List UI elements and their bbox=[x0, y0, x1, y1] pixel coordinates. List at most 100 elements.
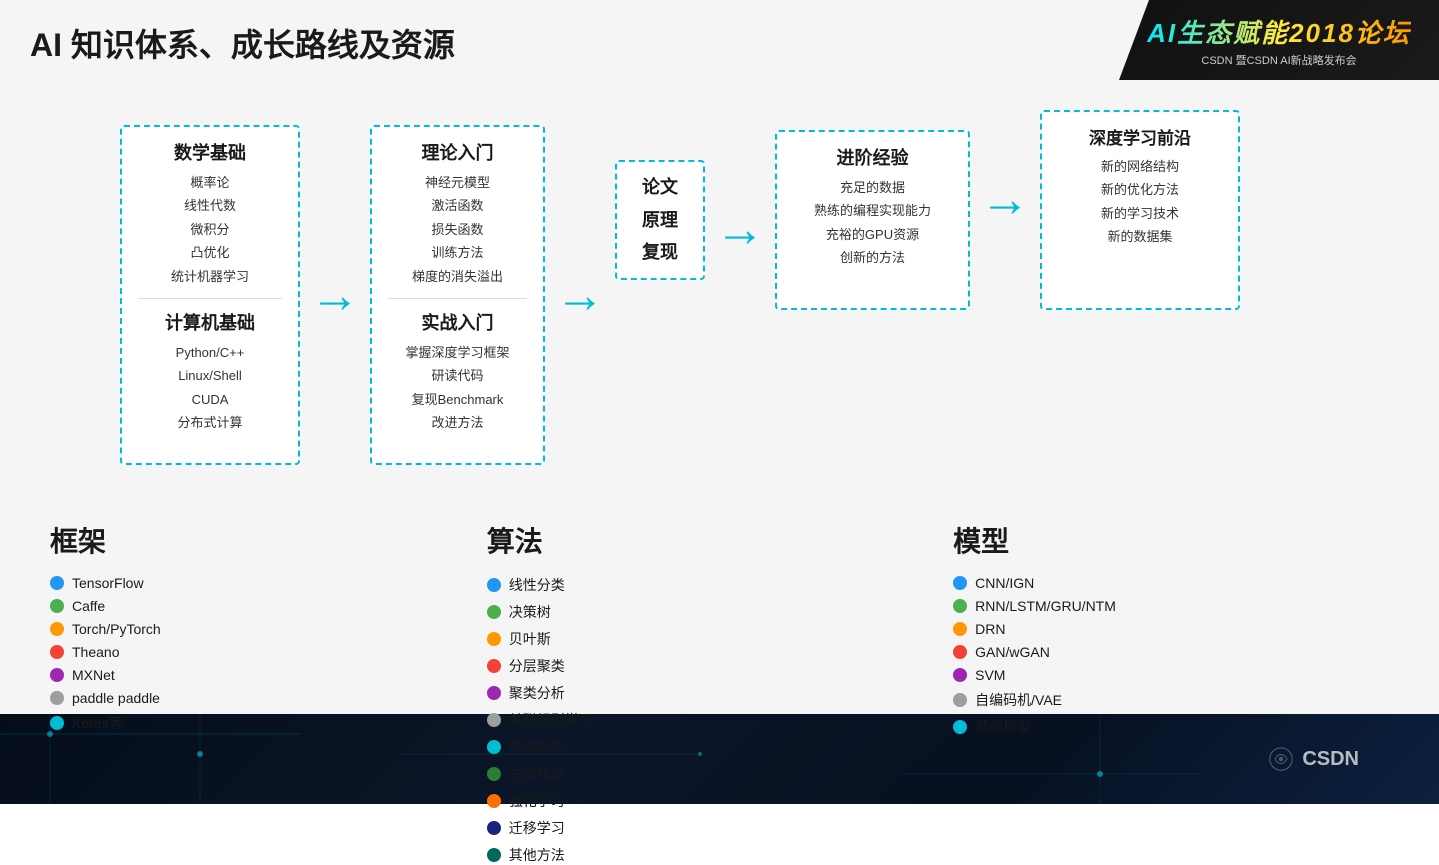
content-area: 数学基础 概率论 线性代数 微积分 凸优化 统计机器学习 计算机基础 Pytho… bbox=[20, 80, 1419, 684]
list-item: Linux/Shell bbox=[138, 364, 282, 387]
divider bbox=[388, 298, 527, 299]
item-label: 其他模型 bbox=[975, 717, 1031, 737]
list-item: 分层聚类 bbox=[487, 656, 873, 676]
item-label: Keras等 bbox=[72, 713, 123, 733]
list-item: 复现Benchmark bbox=[388, 388, 527, 411]
item-label: Theano bbox=[72, 644, 119, 660]
list-item: 神经元模型 bbox=[388, 171, 527, 194]
list-item: 掌握深度学习框架 bbox=[388, 341, 527, 364]
dot-caffe bbox=[50, 599, 64, 613]
dot-torch bbox=[50, 622, 64, 636]
list-item: 聚类分析 bbox=[487, 683, 873, 703]
item-label: GAN/wGAN bbox=[975, 644, 1050, 660]
list-item: 新的数据集 bbox=[1058, 225, 1222, 248]
list-item: 强化学习 bbox=[487, 791, 873, 811]
list-item: Torch/PyTorch bbox=[50, 621, 407, 637]
models-items: CNN/IGN RNN/LSTM/GRU/NTM DRN GAN/wGAN bbox=[953, 575, 1399, 737]
frameworks-title: 框架 bbox=[50, 520, 407, 560]
dot-mxnet bbox=[50, 668, 64, 682]
list-item: CNN/IGN bbox=[953, 575, 1399, 591]
arrow-1: → bbox=[310, 266, 360, 324]
list-item: 异常检测 bbox=[487, 737, 873, 757]
list-item: SVM bbox=[953, 667, 1399, 683]
math-items: 概率论 线性代数 微积分 凸优化 统计机器学习 bbox=[138, 171, 282, 288]
list-item: 其他模型 bbox=[953, 717, 1399, 737]
item-label: 关联规则学习 bbox=[509, 710, 593, 730]
list-item: 微积分 bbox=[138, 218, 282, 241]
deep-title: 深度学习前沿 bbox=[1058, 124, 1222, 149]
item-label: 线性分类 bbox=[509, 575, 565, 595]
cs-items: Python/C++ Linux/Shell CUDA 分布式计算 bbox=[138, 341, 282, 435]
models-title: 模型 bbox=[953, 520, 1399, 560]
box-advanced: 进阶经验 充足的数据 熟练的编程实现能力 充裕的GPU资源 创新的方法 bbox=[775, 130, 970, 310]
item-label: 贝叶斯 bbox=[509, 629, 551, 649]
logo-area: AI生态赋能2018论坛 CSDN 暨CSDN AI新战略发布会 bbox=[1119, 0, 1439, 80]
paper-line1: 论文 bbox=[642, 171, 678, 203]
list-item: 关联规则学习 bbox=[487, 710, 873, 730]
flow-diagram: 数学基础 概率论 线性代数 微积分 凸优化 统计机器学习 计算机基础 Pytho… bbox=[120, 80, 1399, 510]
item-label: SVM bbox=[975, 667, 1005, 683]
item-label: Caffe bbox=[72, 598, 105, 614]
algorithms-items: 线性分类 决策树 贝叶斯 分层聚类 bbox=[487, 575, 873, 865]
list-item: paddle paddle bbox=[50, 690, 407, 706]
item-label: Torch/PyTorch bbox=[72, 621, 161, 637]
arrow-2: → bbox=[555, 266, 605, 324]
list-item: 新的学习技术 bbox=[1058, 202, 1222, 225]
list-item: 新的网络结构 bbox=[1058, 155, 1222, 178]
list-item: Python/C++ bbox=[138, 341, 282, 364]
list-item: 统计机器学习 bbox=[138, 265, 282, 288]
paper-line3: 复现 bbox=[642, 236, 678, 268]
list-item: 决策树 bbox=[487, 602, 873, 622]
page-title: AI 知识体系、成长路线及资源 bbox=[30, 20, 455, 66]
arrow-3: → bbox=[715, 200, 765, 258]
advanced-items: 充足的数据 熟练的编程实现能力 充裕的GPU资源 创新的方法 bbox=[793, 176, 952, 270]
legend-frameworks: 框架 TensorFlow Caffe Torch/PyTorch bbox=[20, 520, 427, 865]
list-item: 熟练的编程实现能力 bbox=[793, 199, 952, 222]
list-item: 梯度的消失溢出 bbox=[388, 265, 527, 288]
list-item: 迁移学习 bbox=[487, 818, 873, 838]
legend-algorithms: 算法 线性分类 决策树 贝叶斯 bbox=[427, 520, 893, 865]
list-item: 研读代码 bbox=[388, 364, 527, 387]
legend-area: 框架 TensorFlow Caffe Torch/PyTorch bbox=[20, 520, 1419, 865]
logo-csdn: CSDN bbox=[1201, 55, 1232, 67]
list-item: 线性代数 bbox=[138, 194, 282, 217]
math-title: 数学基础 bbox=[138, 139, 282, 165]
item-label: MXNet bbox=[72, 667, 115, 683]
dot-keras bbox=[50, 716, 64, 730]
logo-title: AI生态赋能2018论坛 bbox=[1147, 13, 1411, 50]
dot-paddle bbox=[50, 691, 64, 705]
list-item: 其他方法 bbox=[487, 845, 873, 865]
list-item: CUDA bbox=[138, 388, 282, 411]
list-item: Keras等 bbox=[50, 713, 407, 733]
box-deep: 深度学习前沿 新的网络结构 新的优化方法 新的学习技术 新的数据集 bbox=[1040, 110, 1240, 310]
logo-subtitle: CSDN 暨CSDN AI新战略发布会 bbox=[1201, 52, 1356, 68]
advanced-title: 进阶经验 bbox=[793, 144, 952, 170]
list-item: 分布式计算 bbox=[138, 411, 282, 434]
theory-items: 神经元模型 激活函数 损失函数 训练方法 梯度的消失溢出 bbox=[388, 171, 527, 288]
item-label: 异常检测 bbox=[509, 737, 565, 757]
csdn-text: CSDN bbox=[1302, 748, 1359, 771]
list-item: 贝叶斯 bbox=[487, 629, 873, 649]
divider bbox=[138, 298, 282, 299]
dot-tensorflow bbox=[50, 576, 64, 590]
item-label: 其他方法 bbox=[509, 845, 565, 865]
list-item: 训练方法 bbox=[388, 241, 527, 264]
item-label: 强化学习 bbox=[509, 791, 565, 811]
list-item: RNN/LSTM/GRU/NTM bbox=[953, 598, 1399, 614]
list-item: 概率论 bbox=[138, 171, 282, 194]
main-container: AI 知识体系、成长路线及资源 AI生态赋能2018论坛 CSDN 暨CSDN … bbox=[0, 0, 1439, 804]
list-item: 线性分类 bbox=[487, 575, 873, 595]
list-item: 损失函数 bbox=[388, 218, 527, 241]
csdn-watermark: CSDN bbox=[1266, 744, 1359, 774]
box-theory: 理论入门 神经元模型 激活函数 损失函数 训练方法 梯度的消失溢出 实战入门 掌… bbox=[370, 125, 545, 465]
deep-items: 新的网络结构 新的优化方法 新的学习技术 新的数据集 bbox=[1058, 155, 1222, 249]
box-paper: 论文 原理 复现 bbox=[615, 160, 705, 280]
item-label: 迁移学习 bbox=[509, 818, 565, 838]
item-label: 聚类分析 bbox=[509, 683, 565, 703]
frameworks-items: TensorFlow Caffe Torch/PyTorch Theano bbox=[50, 575, 407, 733]
dot-theano bbox=[50, 645, 64, 659]
theory-title: 理论入门 bbox=[388, 139, 527, 165]
arrow-4: → bbox=[980, 170, 1030, 228]
item-label: TensorFlow bbox=[72, 575, 144, 591]
list-item: 自编码机/VAE bbox=[953, 690, 1399, 710]
